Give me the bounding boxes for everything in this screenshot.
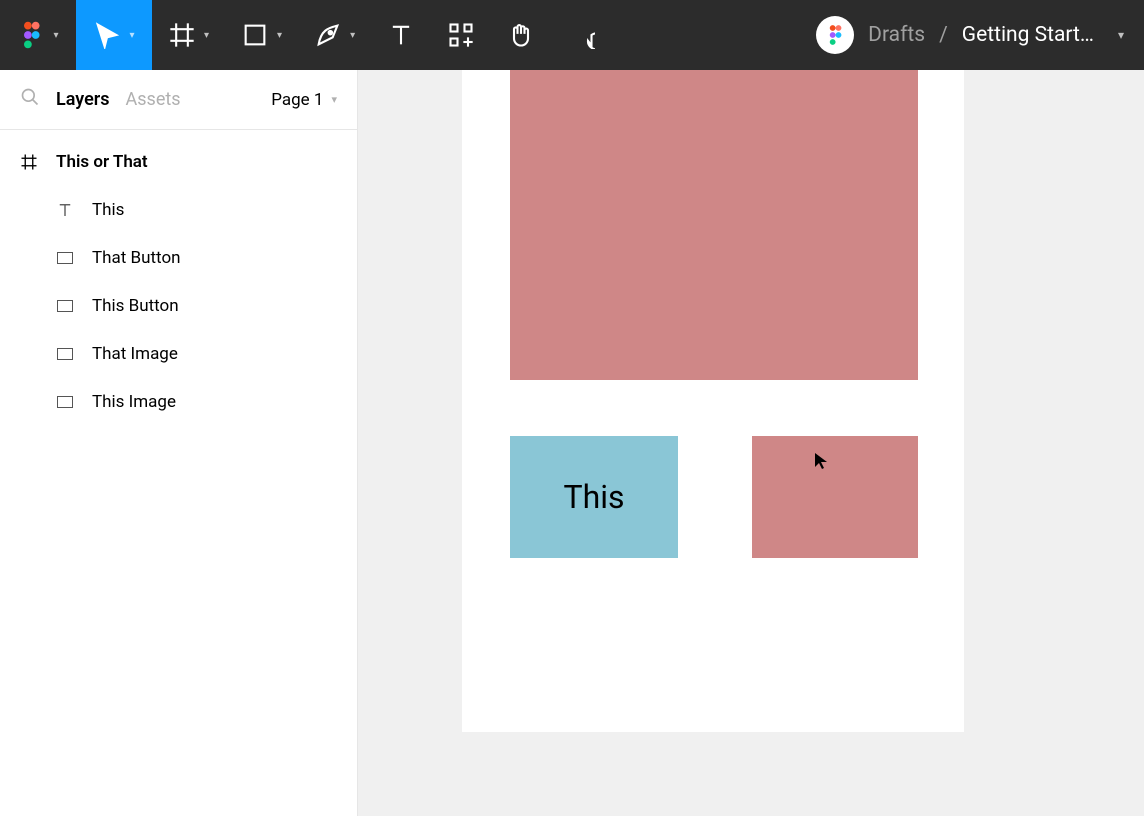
canvas[interactable]: This — [358, 70, 1144, 816]
text-icon — [56, 201, 74, 219]
layer-item[interactable]: This Image — [0, 378, 357, 426]
move-tool-button[interactable]: ▾ — [76, 0, 152, 70]
layer-label: This — [92, 200, 124, 220]
text-icon — [387, 21, 415, 49]
chevron-down-icon: ▾ — [204, 30, 209, 41]
rectangle-icon — [241, 21, 269, 49]
layer-item[interactable]: This Button — [0, 282, 357, 330]
file-breadcrumb: Drafts / Getting Start… ▾ — [816, 16, 1144, 54]
search-icon[interactable] — [20, 87, 40, 112]
breadcrumb-separator: / — [939, 23, 948, 47]
page-selector-label: Page 1 — [271, 90, 323, 110]
layer-label: That Button — [92, 248, 181, 268]
breadcrumb-drafts[interactable]: Drafts — [868, 23, 925, 47]
layer-item[interactable]: That Image — [0, 330, 357, 378]
page-selector[interactable]: Page 1 ▾ — [271, 90, 337, 110]
figma-logo-icon — [17, 21, 45, 49]
this-button-text: This — [563, 478, 624, 516]
layer-label: This Button — [92, 296, 179, 316]
panel-header: Layers Assets Page 1 ▾ — [0, 70, 357, 130]
layer-label: This or That — [56, 152, 148, 172]
hand-tool-button[interactable] — [491, 0, 551, 70]
layer-label: That Image — [92, 344, 178, 364]
this-button-rect[interactable]: This — [510, 436, 678, 558]
hand-icon — [507, 21, 535, 49]
that-image-rect[interactable] — [510, 70, 918, 380]
comment-tool-button[interactable] — [551, 0, 611, 70]
layer-list: This or That This That Button This Butto… — [0, 130, 357, 434]
shape-tool-button[interactable]: ▾ — [225, 0, 298, 70]
comment-icon — [567, 21, 595, 49]
chevron-down-icon: ▾ — [277, 30, 282, 41]
chevron-down-icon: ▾ — [350, 30, 355, 41]
tab-assets[interactable]: Assets — [126, 89, 181, 110]
text-tool-button[interactable] — [371, 0, 431, 70]
pen-icon — [314, 21, 342, 49]
chevron-down-icon[interactable]: ▾ — [1118, 28, 1124, 42]
pen-tool-button[interactable]: ▾ — [298, 0, 371, 70]
rectangle-icon — [56, 393, 74, 411]
resources-tool-button[interactable] — [431, 0, 491, 70]
frame-tool-button[interactable]: ▾ — [152, 0, 225, 70]
artboard-this-or-that[interactable]: This — [462, 70, 964, 732]
chevron-down-icon: ▾ — [129, 30, 134, 41]
figma-menu-button[interactable]: ▾ — [0, 0, 76, 70]
frame-icon — [20, 153, 38, 171]
layer-label: This Image — [92, 392, 176, 412]
rectangle-icon — [56, 345, 74, 363]
layer-item[interactable]: This — [0, 186, 357, 234]
layer-frame[interactable]: This or That — [0, 138, 357, 186]
rectangle-icon — [56, 297, 74, 315]
that-button-rect[interactable] — [752, 436, 918, 558]
resources-icon — [447, 21, 475, 49]
top-toolbar: ▾ ▾ ▾ ▾ ▾ — [0, 0, 1144, 70]
chevron-down-icon: ▾ — [331, 93, 337, 106]
frame-icon — [168, 21, 196, 49]
rectangle-icon — [56, 249, 74, 267]
layer-item[interactable]: That Button — [0, 234, 357, 282]
figma-badge-icon[interactable] — [816, 16, 854, 54]
cursor-arrow-icon — [93, 21, 121, 49]
breadcrumb-file-name[interactable]: Getting Start… — [962, 23, 1094, 47]
chevron-down-icon: ▾ — [53, 30, 58, 41]
tab-layers[interactable]: Layers — [56, 89, 110, 110]
layers-panel: Layers Assets Page 1 ▾ This or That This — [0, 70, 358, 816]
